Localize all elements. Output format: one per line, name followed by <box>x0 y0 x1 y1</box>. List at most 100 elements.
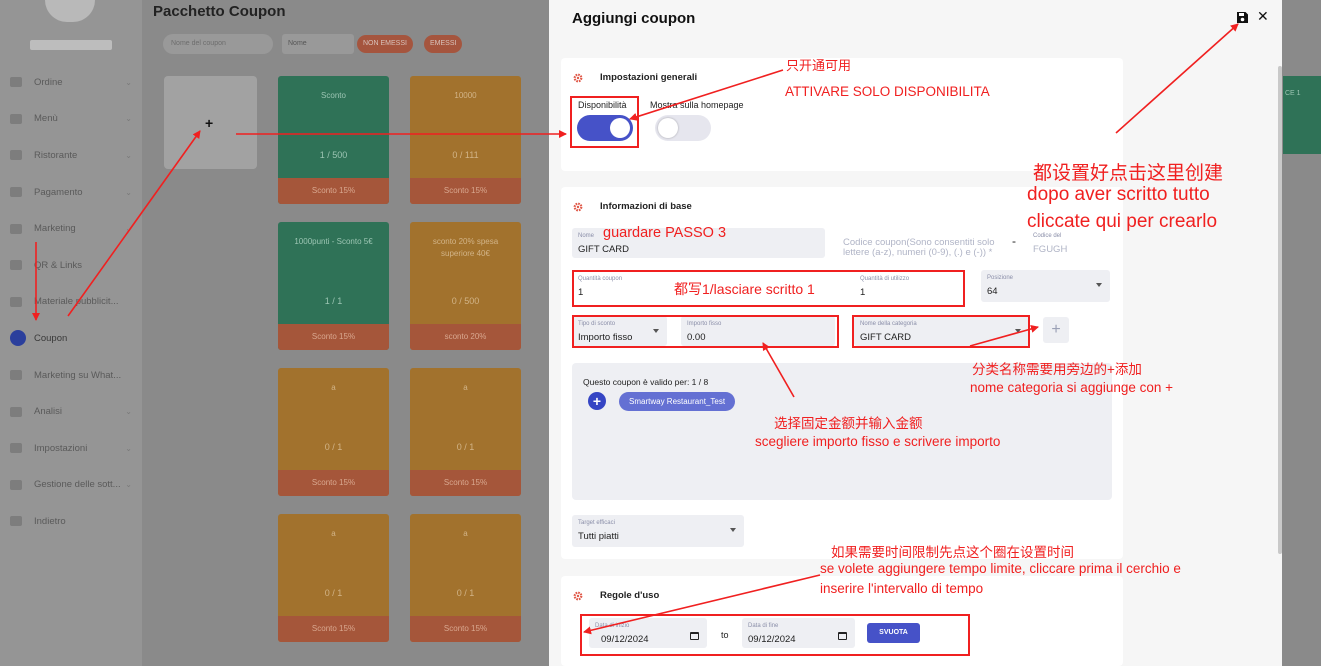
section-title: Impostazioni generali <box>600 72 698 83</box>
sidebar-item-icon <box>10 406 22 417</box>
coupon-card[interactable]: a 0 / 1 Sconto 15% <box>410 368 521 496</box>
annotation-fixed-it: scegliere importo fisso e scrivere impor… <box>755 434 1001 449</box>
coupon-card[interactable]: 10000 0 / 111 Sconto 15% <box>410 76 521 204</box>
coupon-card-discount: Sconto 15% <box>410 470 521 496</box>
search-input[interactable]: Nome del coupon <box>163 34 273 54</box>
sidebar: Ordine ⌄ Menù ⌄ Ristorante ⌄ Pagamento ⌄ Marketi… <box>0 0 142 666</box>
sidebar-item-icon <box>10 113 22 124</box>
sort-select[interactable]: Nome <box>282 34 354 54</box>
position-select[interactable]: Posizione 64 <box>981 270 1110 302</box>
restaurant-chip[interactable]: Smartway Restaurant_Test <box>619 392 736 411</box>
chevron-down-icon <box>1096 283 1102 287</box>
add-category-button[interactable]: + <box>1043 317 1069 343</box>
add-restaurant-button[interactable]: + <box>588 392 606 410</box>
coupon-card[interactable]: Sconto 1 / 500 Sconto 15% <box>278 76 389 204</box>
sidebar-item-icon <box>10 223 22 234</box>
sidebar-item-marketing-su-what[interactable]: Marketing su What... <box>0 357 142 394</box>
sidebar-item-ristorante[interactable]: Ristorante ⌄ <box>0 137 142 174</box>
coupon-card-count: 0 / 1 <box>324 588 343 598</box>
sidebar-item-label: Ordine <box>34 76 63 88</box>
coupon-code-placeholder-line2: lettere (a-z), numeri (0-9), (.) e (-)) … <box>843 247 993 258</box>
coupon-card-title: a <box>463 529 468 538</box>
sidebar-item-icon <box>10 77 22 88</box>
homepage-label: Mostra sulla homepage <box>650 100 744 110</box>
annotation-create-zh: 都设置好点击这里创建 <box>1033 163 1224 184</box>
drawer-scrollbar[interactable] <box>1278 66 1282 554</box>
coupon-card-partial[interactable]: CE 1 <box>1283 76 1321 154</box>
sidebar-item-label: Impostazioni <box>34 442 88 454</box>
gear-icon <box>573 73 583 82</box>
sidebar-item-label: Ristorante <box>34 149 78 161</box>
sidebar-item-label: QR & Links <box>34 259 83 271</box>
sidebar-item-materiale-pubblicit[interactable]: Materiale pubblicit... <box>0 284 142 321</box>
section-title: Regole d'uso <box>600 590 660 601</box>
avatar-name <box>30 40 112 50</box>
coupon-card-title: a <box>463 383 468 392</box>
save-icon[interactable] <box>1237 12 1248 23</box>
coupon-card-discount: Sconto 15% <box>410 178 521 204</box>
sidebar-item-pagamento[interactable]: Pagamento ⌄ <box>0 174 142 211</box>
sidebar-item-impostazioni[interactable]: Impostazioni ⌄ <box>0 430 142 467</box>
coupon-card-count: 0 / 500 <box>451 296 480 306</box>
coupon-card-title: Sconto <box>321 91 346 100</box>
coupon-card-count: 1 / 1 <box>324 296 343 306</box>
coupon-card-discount: Sconto 15% <box>278 324 389 350</box>
sidebar-item-icon <box>10 330 26 347</box>
annotation-only-open-zh: 只开通可用 <box>786 58 852 73</box>
coupon-card[interactable]: a 0 / 1 Sconto 15% <box>278 368 389 496</box>
annotation-box-discount <box>572 315 839 348</box>
coupon-card[interactable]: sconto 20% spesa superiore 40€ 0 / 500 sco… <box>410 222 521 350</box>
annotation-step3: guardare PASSO 3 <box>603 225 727 241</box>
sidebar-item-label: Menù <box>34 113 58 125</box>
sidebar-item-icon <box>10 479 22 490</box>
field-value: FGUGH <box>1033 244 1068 255</box>
filter-issued-chip[interactable]: EMESSI <box>424 35 463 53</box>
sidebar-item-label: Gestione delle sott... <box>34 479 121 491</box>
gear-icon <box>573 202 583 211</box>
sidebar-item-label: Indietro <box>34 515 66 527</box>
field-value: 64 <box>987 286 998 297</box>
target-select[interactable]: Target efficaci Tutti piatti <box>572 515 744 547</box>
coupon-card[interactable]: a 0 / 1 Sconto 15% <box>410 514 521 642</box>
coupon-code-input[interactable]: Codice coupon(Sono consentiti solo lette… <box>843 238 995 258</box>
annotation-category-zh: 分类名称需要用旁边的+添加 <box>972 362 1142 377</box>
field-label: Target efficaci <box>578 520 615 526</box>
add-coupon-plus-icon[interactable]: + <box>205 115 213 131</box>
close-icon[interactable]: ✕ <box>1257 8 1269 24</box>
field-value: GIFT CARD <box>578 244 630 255</box>
coupon-card-title: sconto 20% spesa superiore 40€ <box>432 237 499 258</box>
sidebar-item-qr-links[interactable]: QR & Links <box>0 247 142 284</box>
sidebar-item-ordine[interactable]: Ordine ⌄ <box>0 64 142 101</box>
sidebar-item-men[interactable]: Menù ⌄ <box>0 101 142 138</box>
general-settings-section: Impostazioni generali Disponibilità Most… <box>561 58 1123 171</box>
sidebar-item-analisi[interactable]: Analisi ⌄ <box>0 393 142 430</box>
sidebar-item-label: Materiale pubblicit... <box>34 296 119 308</box>
coupon-card-title: 1000punti - Sconto 5€ <box>294 237 373 246</box>
valid-for-text: Questo coupon è valido per: 1 / 8 <box>583 377 709 387</box>
sidebar-item-label: Coupon <box>34 332 68 344</box>
sidebar-item-icon <box>10 443 22 454</box>
field-value: Tutti piatti <box>578 531 619 542</box>
filter-not-issued-chip[interactable]: NON EMESSI <box>357 35 413 53</box>
avatar[interactable] <box>45 0 95 22</box>
field-label: Posizione <box>987 275 1014 281</box>
sidebar-item-coupon[interactable]: Coupon <box>0 320 142 357</box>
annotation-box-category <box>852 315 1030 348</box>
sidebar-item-marketing[interactable]: Marketing ⌄ <box>0 210 142 247</box>
homepage-toggle[interactable] <box>655 115 711 141</box>
code-separator: - <box>1012 234 1016 248</box>
gear-icon <box>573 591 583 600</box>
coupon-card-discount: Sconto 15% <box>278 178 389 204</box>
sidebar-item-label: Marketing <box>34 223 76 235</box>
coupon-card[interactable]: a 0 / 1 Sconto 15% <box>278 514 389 642</box>
annotation-time-it-1: se volete aggiungere tempo limite, clicc… <box>820 561 1181 576</box>
annotation-time-zh: 如果需要时间限制先点这个圈在设置时间 <box>831 545 1074 560</box>
annotation-category-it: nome categoria si aggiunge con + <box>970 380 1174 395</box>
annotation-box-availability <box>570 96 639 148</box>
sidebar-item-icon <box>10 296 22 307</box>
coupon-card-count: 0 / 1 <box>456 588 475 598</box>
chevron-down-icon: ⌄ <box>125 187 132 197</box>
sidebar-item-indietro[interactable]: Indietro <box>0 503 142 540</box>
coupon-card[interactable]: 1000punti - Sconto 5€ 1 / 1 Sconto 15% <box>278 222 389 350</box>
sidebar-item-gestione-delle-sott[interactable]: Gestione delle sott... ⌄ <box>0 467 142 504</box>
